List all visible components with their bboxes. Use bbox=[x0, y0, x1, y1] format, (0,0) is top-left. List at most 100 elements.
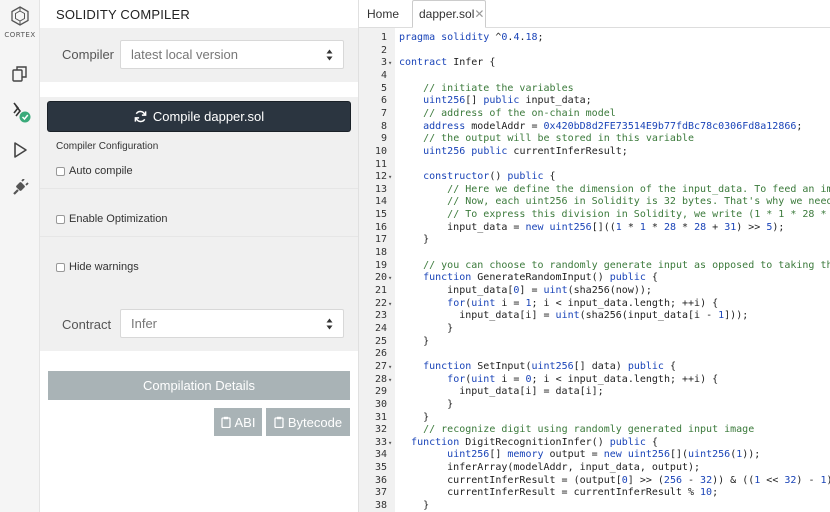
line-number: 12 bbox=[374, 171, 387, 183]
code-text: // address of the on-chain model bbox=[423, 107, 616, 119]
auto-compile-option[interactable]: Auto compile bbox=[56, 165, 133, 177]
enable-optimization-option[interactable]: Enable Optimization bbox=[56, 213, 167, 225]
icon-rail: CORTEX bbox=[0, 0, 40, 512]
panel-title: SOLIDITY COMPILER bbox=[56, 7, 190, 22]
contract-select[interactable]: Infer bbox=[120, 309, 344, 338]
contract-row: Contract Infer bbox=[40, 297, 358, 351]
code-line: 14 // Now, each uint256 in Solidity is 3… bbox=[359, 196, 830, 209]
code-text: pragma solidity ^0.4.18; bbox=[399, 32, 544, 43]
code-line: 17 } bbox=[359, 234, 830, 247]
code-text: // To express this division in Solidity,… bbox=[447, 209, 830, 221]
code-line: 32 // recognize digit using randomly gen… bbox=[359, 424, 830, 437]
line-number: 3 bbox=[380, 57, 387, 69]
bytecode-button[interactable]: Bytecode bbox=[266, 408, 350, 436]
line-number: 2 bbox=[380, 44, 387, 56]
compiler-version-value: latest local version bbox=[131, 47, 238, 62]
line-number: 13 bbox=[374, 183, 387, 195]
line-number: 37 bbox=[374, 487, 387, 499]
auto-compile-checkbox[interactable] bbox=[56, 166, 65, 176]
code-line: 4 bbox=[359, 70, 830, 83]
line-number: 1 bbox=[380, 32, 387, 43]
fold-toggle-icon[interactable]: ▾ bbox=[388, 171, 395, 184]
code-text: function SetInput(uint256[] data) public… bbox=[423, 360, 676, 372]
line-number: 30 bbox=[374, 398, 387, 410]
hide-warnings-label: Hide warnings bbox=[69, 261, 139, 273]
bytecode-button-label: Bytecode bbox=[287, 414, 343, 430]
tab-home[interactable]: Home bbox=[363, 0, 403, 28]
line-number: 22 bbox=[374, 297, 387, 309]
fold-toggle-icon[interactable]: ▾ bbox=[388, 272, 395, 285]
auto-compile-label: Auto compile bbox=[69, 165, 133, 177]
deploy-run-icon[interactable] bbox=[8, 138, 32, 162]
abi-button[interactable]: ABI bbox=[214, 408, 262, 436]
code-line: 22 ▾ for(uint i = 1; i < input_data.lengt… bbox=[359, 298, 830, 311]
code-text: for(uint i = 1; i < input_data.length; +… bbox=[447, 297, 719, 309]
code-text: uint256[] memory output = new uint256[](… bbox=[447, 449, 761, 461]
tab-dapper-sol-label: dapper.sol bbox=[419, 7, 475, 21]
code-text: contract Infer { bbox=[399, 57, 496, 69]
code-text: address modelAddr = 0x420bD8d2FE73514E9b… bbox=[423, 120, 803, 132]
compilation-details-button[interactable]: Compilation Details bbox=[48, 371, 350, 400]
code-line: 28 ▾ for(uint i = 0; i < input_data.lengt… bbox=[359, 374, 830, 387]
plugin-manager-icon[interactable] bbox=[8, 176, 32, 200]
code-area[interactable]: 1 pragma solidity ^0.4.18; 2 3 ▾ contract Inf… bbox=[359, 28, 830, 512]
fold-toggle-icon[interactable]: ▾ bbox=[388, 437, 395, 450]
code-text: currentInferResult = (output[0] >> (256 … bbox=[399, 474, 830, 486]
line-number: 25 bbox=[374, 335, 387, 347]
compiler-version-select[interactable]: latest local version bbox=[120, 40, 344, 69]
line-number: 27 bbox=[374, 360, 387, 372]
code-text: function GenerateRandomInput() public { bbox=[423, 272, 658, 284]
compile-button-label: Compile dapper.sol bbox=[152, 109, 265, 124]
code-line: 11 bbox=[359, 159, 830, 172]
refresh-icon bbox=[134, 110, 147, 123]
line-number: 36 bbox=[374, 474, 387, 486]
code-line: 8 address modelAddr = 0x420bD8d2FE73514E… bbox=[359, 121, 830, 134]
code-text: // initiate the variables bbox=[423, 82, 574, 94]
hide-warnings-option[interactable]: Hide warnings bbox=[56, 261, 139, 273]
enable-optimization-label: Enable Optimization bbox=[69, 213, 168, 225]
code-text: } bbox=[399, 411, 430, 423]
fold-toggle-icon[interactable]: ▾ bbox=[388, 298, 395, 311]
compile-button[interactable]: Compile dapper.sol bbox=[48, 102, 350, 131]
line-number: 10 bbox=[374, 145, 387, 157]
compiler-panel: SOLIDITY COMPILER Compiler latest local … bbox=[40, 0, 358, 512]
line-number: 28 bbox=[374, 373, 387, 385]
fold-toggle-icon[interactable]: ▾ bbox=[388, 374, 395, 387]
code-text: for(uint i = 0; i < input_data.length; +… bbox=[447, 373, 719, 385]
select-arrows-icon bbox=[326, 318, 333, 330]
line-number: 15 bbox=[374, 209, 387, 221]
tab-dapper-sol[interactable]: dapper.sol ✕ bbox=[412, 0, 486, 28]
file-explorer-icon[interactable] bbox=[8, 62, 32, 86]
code-text: input_data[i] = data[i]; bbox=[399, 386, 604, 398]
fold-toggle-icon[interactable]: ▾ bbox=[388, 361, 395, 374]
line-number: 4 bbox=[380, 69, 387, 81]
line-number: 21 bbox=[374, 285, 387, 296]
enable-optimization-checkbox[interactable] bbox=[56, 214, 65, 224]
compiler-icon[interactable] bbox=[8, 100, 32, 124]
line-number: 9 bbox=[380, 133, 387, 145]
compilation-details-label: Compilation Details bbox=[143, 378, 255, 393]
hide-warnings-checkbox[interactable] bbox=[56, 262, 65, 272]
code-text: constructor() public { bbox=[423, 171, 556, 183]
divider bbox=[40, 188, 358, 189]
code-text: // recognize digit using randomly genera… bbox=[423, 424, 755, 436]
fold-toggle-icon[interactable]: ▾ bbox=[388, 57, 395, 70]
editor-tabs: Home dapper.sol ✕ bbox=[359, 0, 830, 28]
code-text: // Now, each uint256 in Solidity is 32 b… bbox=[447, 196, 830, 208]
code-line: 10 uint256 public currentInferResult; bbox=[359, 146, 830, 159]
code-line: 21 input_data[0] = uint(sha256(now)); bbox=[359, 285, 830, 298]
code-line: 2 bbox=[359, 45, 830, 58]
code-line: 35 inferArray(modelAddr, input_data, out… bbox=[359, 462, 830, 475]
code-line: 26 bbox=[359, 348, 830, 361]
code-text: input_data[i] = uint(sha256(input_data[i… bbox=[399, 310, 749, 322]
code-line: 1 pragma solidity ^0.4.18; bbox=[359, 32, 830, 45]
code-text: // the output will be stored in this var… bbox=[423, 133, 695, 145]
compiler-config-heading: Compiler Configuration bbox=[56, 141, 159, 152]
line-number: 19 bbox=[374, 259, 387, 271]
close-icon[interactable]: ✕ bbox=[474, 7, 484, 21]
code-line: 37 currentInferResult = currentInferResu… bbox=[359, 487, 830, 500]
code-line: 3 ▾ contract Infer { bbox=[359, 57, 830, 70]
code-line: 6 uint256[] public input_data; bbox=[359, 95, 830, 108]
code-line: 25 } bbox=[359, 336, 830, 349]
line-number: 7 bbox=[380, 107, 387, 119]
